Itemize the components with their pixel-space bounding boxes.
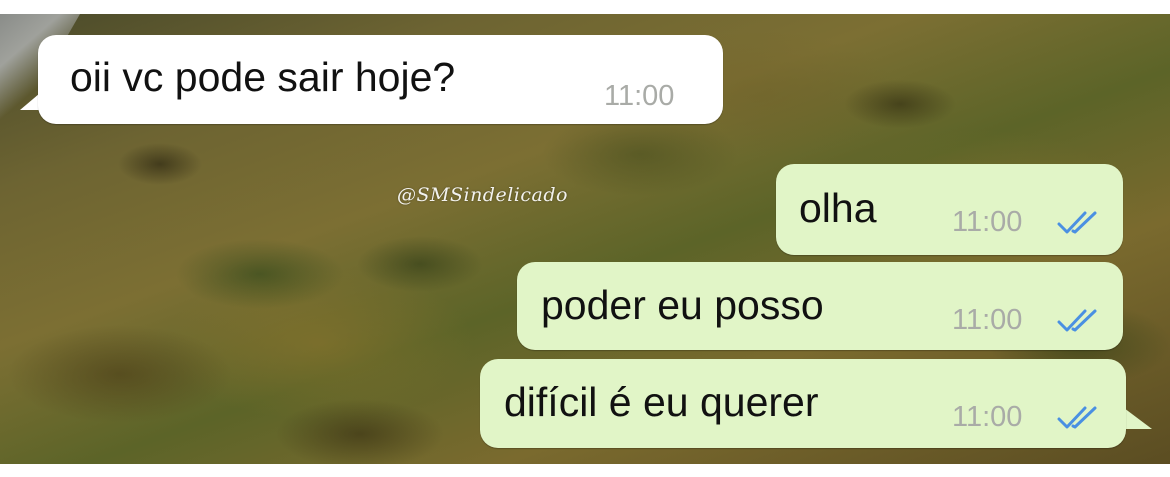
- message-text: olha: [799, 185, 877, 231]
- message-outgoing[interactable]: difícil é eu querer 11:00: [480, 359, 1126, 448]
- double-check-icon: [1057, 211, 1097, 234]
- message-outgoing[interactable]: olha 11:00: [776, 164, 1123, 255]
- double-check-icon: [1057, 406, 1097, 429]
- message-outgoing[interactable]: poder eu posso 11:00: [517, 262, 1123, 350]
- message-time: 11:00: [952, 206, 1023, 238]
- message-time: 11:00: [952, 401, 1023, 433]
- message-incoming[interactable]: oii vc pode sair hoje? 11:00: [38, 35, 723, 124]
- message-time: 11:00: [952, 304, 1023, 336]
- double-check-icon: [1057, 309, 1097, 332]
- message-text: poder eu posso: [541, 282, 824, 328]
- message-text: difícil é eu querer: [504, 379, 819, 425]
- message-time: 11:00: [604, 80, 675, 112]
- watermark: @SMSindelicado: [397, 184, 568, 206]
- chat-screen: @SMSindelicado oii vc pode sair hoje? 11…: [0, 0, 1170, 477]
- message-text: oii vc pode sair hoje?: [70, 54, 456, 100]
